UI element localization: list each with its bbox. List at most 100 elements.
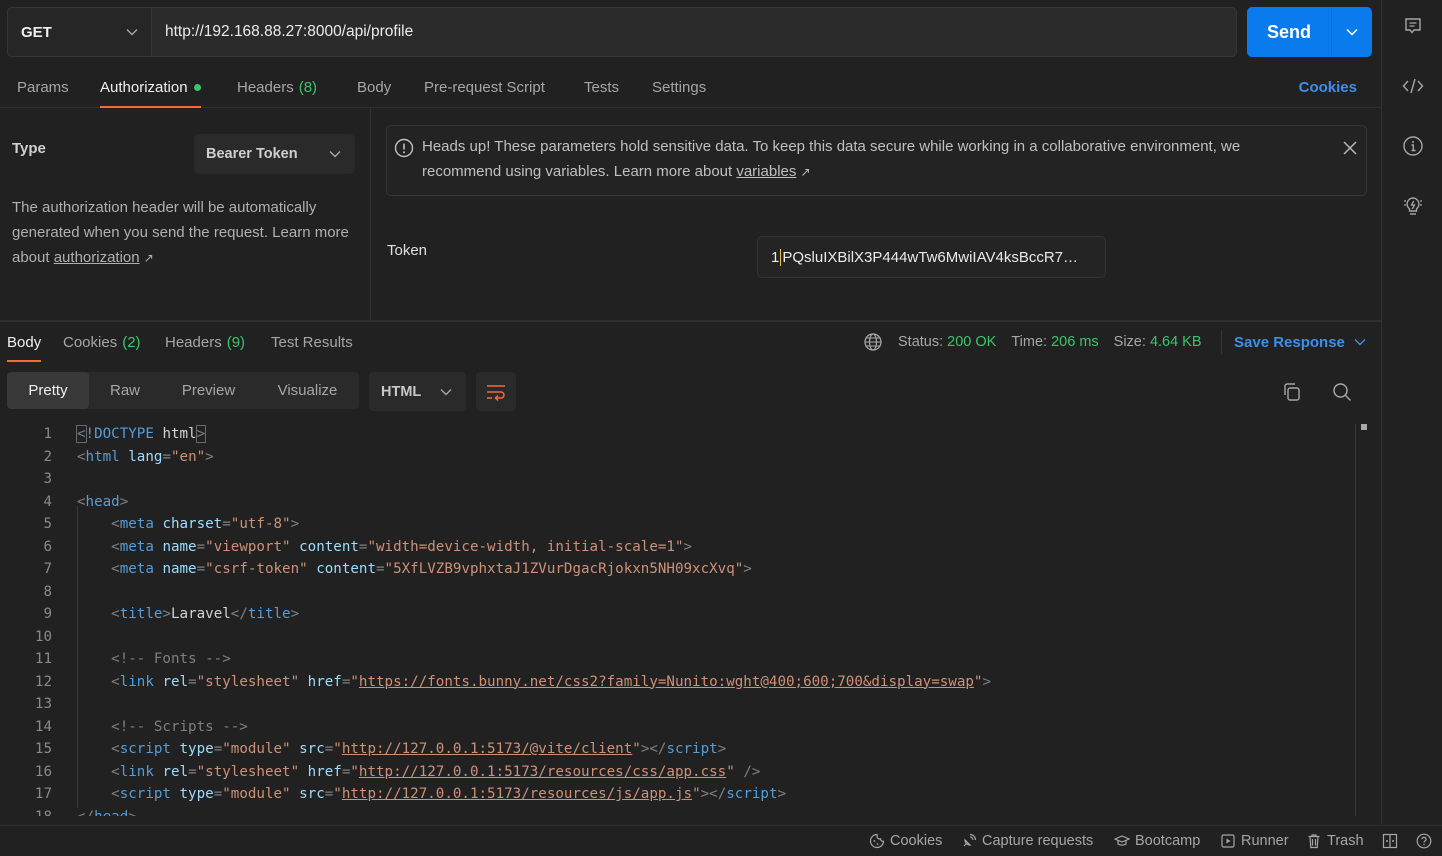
token-input[interactable]: 1 PQsluIXBilX3P444wTw6MwiIAV4ksBccR7… xyxy=(757,236,1106,278)
view-preview[interactable]: Preview xyxy=(161,372,256,409)
token-value-prefix: 1 xyxy=(771,248,780,266)
footer-trash[interactable]: Trash xyxy=(1306,826,1364,856)
code-line: 17 <script type="module" src="http://127… xyxy=(0,783,1355,806)
globe-icon[interactable] xyxy=(864,333,882,351)
footer-label: Bootcamp xyxy=(1135,833,1201,849)
view-visualize[interactable]: Visualize xyxy=(256,372,359,409)
code-token: = xyxy=(324,786,334,802)
code-icon[interactable] xyxy=(1401,74,1425,98)
help-button[interactable] xyxy=(1416,826,1437,856)
vertical-scrollbar-track[interactable] xyxy=(1355,424,1356,816)
time-value[interactable]: 206 ms xyxy=(1051,334,1099,350)
code-token: < xyxy=(111,538,120,555)
code-url-link[interactable]: https://fonts.bunny.net/css2?family=Nuni… xyxy=(359,674,974,690)
search-button[interactable] xyxy=(1330,380,1354,404)
tab-body[interactable]: Body xyxy=(357,66,391,108)
tab-count: (2) xyxy=(122,333,141,351)
sensitive-data-alert: Heads up! These parameters hold sensitiv… xyxy=(386,125,1367,196)
code-token: head xyxy=(94,809,128,817)
response-tab-cookies[interactable]: Cookies (2) xyxy=(63,322,141,362)
code-token: > xyxy=(205,448,214,465)
tab-tests[interactable]: Tests xyxy=(584,66,619,108)
code-token: " xyxy=(350,763,359,780)
footer-runner[interactable]: Runner xyxy=(1220,826,1289,856)
two-pane-toggle[interactable] xyxy=(1382,826,1403,856)
send-button-group: Send xyxy=(1247,7,1372,57)
code-url-link[interactable]: http://127.0.0.1:5173/@vite/client xyxy=(342,741,632,757)
chevron-down-icon xyxy=(440,388,452,395)
close-icon[interactable] xyxy=(1342,140,1358,159)
code-line: 14 <!-- Scripts --> xyxy=(0,716,1355,739)
copy-button[interactable] xyxy=(1280,380,1304,404)
code-token: content xyxy=(316,561,376,577)
line-number: 8 xyxy=(43,583,52,600)
view-raw[interactable]: Raw xyxy=(89,372,161,409)
line-number: 14 xyxy=(34,718,52,735)
response-body-code[interactable]: 1 <!DOCTYPE html> 2 <html lang="en"> 3 4 <head… xyxy=(0,423,1355,816)
line-number: 13 xyxy=(34,696,52,712)
code-token: title xyxy=(247,606,291,622)
code-token: <!-- Scripts --> xyxy=(111,718,248,735)
code-url-link[interactable]: http://127.0.0.1:5173/resources/css/app.… xyxy=(359,764,726,780)
tab-params[interactable]: Params xyxy=(17,66,69,108)
footer-bootcamp[interactable]: Bootcamp xyxy=(1114,826,1200,856)
send-options-button[interactable] xyxy=(1332,7,1372,57)
info-icon[interactable] xyxy=(1401,134,1425,158)
code-token: html xyxy=(85,448,120,465)
tab-label: Settings xyxy=(652,78,707,96)
wrap-lines-icon xyxy=(487,384,505,401)
code-line: 2 <html lang="en"> xyxy=(0,446,1355,469)
code-token: "viewport" xyxy=(205,538,291,555)
view-pretty[interactable]: Pretty xyxy=(7,372,89,409)
code-token: = xyxy=(213,786,223,802)
response-tab-headers[interactable]: Headers (9) xyxy=(165,322,245,362)
code-token: < xyxy=(77,448,86,465)
response-tab-body[interactable]: Body xyxy=(7,322,42,362)
chevron-down-icon xyxy=(1346,28,1358,36)
tab-label: Cookies xyxy=(63,333,118,351)
status-value[interactable]: 200 OK xyxy=(947,334,996,350)
code-url-link[interactable]: http://127.0.0.1:5173/resources/js/app.j… xyxy=(342,786,692,802)
response-tab-test-results[interactable]: Test Results xyxy=(271,322,353,362)
auth-type-select[interactable]: Bearer Token xyxy=(194,134,355,174)
method-select[interactable]: GET xyxy=(8,8,152,56)
code-token: "module" xyxy=(222,741,291,757)
code-token: rel xyxy=(162,763,189,780)
tab-authorization[interactable]: Authorization xyxy=(100,66,201,108)
footer-label: Trash xyxy=(1327,833,1364,849)
language-select[interactable]: HTML xyxy=(369,372,466,411)
footer-label: Capture requests xyxy=(982,833,1094,849)
send-button[interactable]: Send xyxy=(1247,7,1332,57)
size-value[interactable]: 4.64 KB xyxy=(1150,334,1202,350)
lightbulb-icon[interactable] xyxy=(1401,194,1425,218)
language-value: HTML xyxy=(381,383,422,400)
line-content: <meta name="csrf-token" content="5XfLVZB… xyxy=(77,558,752,581)
active-indicator-dot xyxy=(193,83,201,91)
cookie-icon xyxy=(869,833,885,849)
code-token: < xyxy=(111,741,120,757)
line-content: </head> xyxy=(77,806,137,817)
footer-capture-requests[interactable]: Capture requests xyxy=(961,826,1093,856)
tab-settings[interactable]: Settings xyxy=(652,66,706,108)
tab-pre-request-script[interactable]: Pre-request Script xyxy=(424,66,545,108)
code-token: = xyxy=(222,516,231,532)
variables-docs-link[interactable]: variables xyxy=(736,163,796,180)
code-line: 13 xyxy=(0,693,1355,716)
status-label: Status: xyxy=(898,334,944,350)
wrap-lines-button[interactable] xyxy=(476,372,516,411)
authorization-docs-link[interactable]: authorization xyxy=(54,249,140,266)
code-token: " xyxy=(350,673,359,690)
save-response-button[interactable]: Save Response xyxy=(1221,330,1366,354)
cookies-link[interactable]: Cookies xyxy=(1299,66,1357,108)
comments-icon[interactable] xyxy=(1401,14,1425,38)
vertical-scrollbar-thumb[interactable] xyxy=(1361,424,1367,430)
footer-cookies[interactable]: Cookies xyxy=(869,826,942,856)
tab-headers[interactable]: Headers (8) xyxy=(237,66,317,108)
url-input[interactable]: http://192.168.88.27:8000/api/profile xyxy=(152,8,1236,56)
code-line: 1 <!DOCTYPE html> xyxy=(0,423,1355,446)
